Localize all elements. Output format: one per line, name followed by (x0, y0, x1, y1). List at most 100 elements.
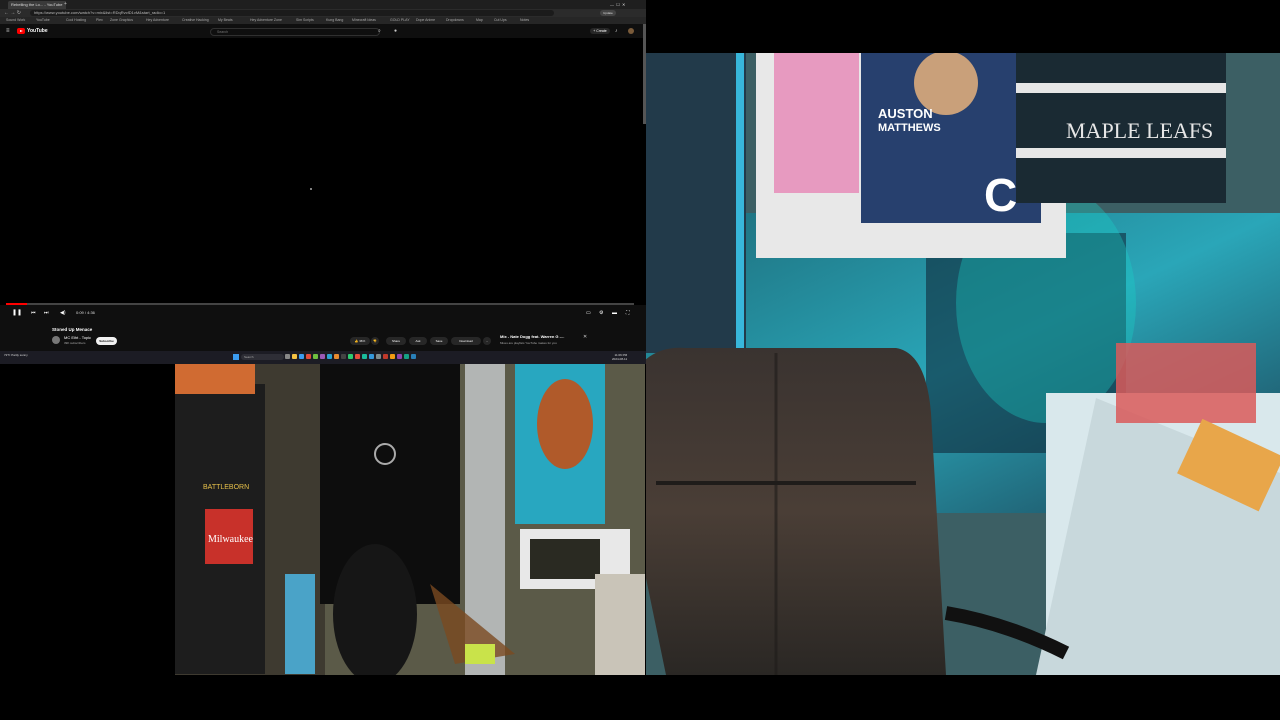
settings-gear-icon[interactable]: ⚙ (599, 305, 603, 321)
edge-browser-icon[interactable] (299, 354, 304, 359)
app-icon[interactable] (313, 354, 318, 359)
bookmark-item[interactable]: Cool Hosting (66, 17, 86, 24)
bookmark-item[interactable]: Map (476, 17, 483, 24)
mix-playlist-subtitle: Mixes are playlists YouTube makes for yo… (500, 341, 557, 345)
like-count: 38 K (359, 339, 366, 343)
app-icon[interactable] (411, 354, 416, 359)
pause-icon[interactable]: ❚❚ (12, 305, 22, 321)
search-input[interactable]: Search (210, 28, 380, 36)
microphone-icon[interactable]: ● (394, 27, 397, 35)
search-icon[interactable]: ⌕ (378, 27, 381, 35)
account-avatar[interactable] (628, 28, 634, 34)
chrome-browser-icon[interactable] (306, 354, 311, 359)
milwaukee-label: Milwaukee (208, 534, 254, 545)
windows-start-icon[interactable] (233, 354, 239, 360)
bookmark-item[interactable]: GOLD PLAY (390, 17, 410, 24)
subscriber-count: 39K subscribers (64, 341, 86, 345)
app-icon[interactable] (334, 354, 339, 359)
dislike-button[interactable]: 👎 (371, 337, 379, 345)
desk-camera-feed: Milwaukee BATTLEBORN (175, 364, 645, 675)
bookmark-item[interactable]: Zone Graphics (110, 17, 133, 24)
profile-button[interactable]: Update (600, 10, 616, 16)
app-icon[interactable] (390, 354, 395, 359)
app-icon[interactable] (355, 354, 360, 359)
bookmark-item[interactable]: Hey Adventure Zone (250, 17, 282, 24)
clock[interactable]: 11:06 PM 2024-08-11 (612, 353, 627, 361)
app-icon[interactable] (383, 354, 388, 359)
fullscreen-icon[interactable]: ⛶ (626, 305, 630, 321)
bookmark-item[interactable]: Sound Work (6, 17, 25, 24)
svg-text:C: C (984, 169, 1017, 221)
taskbar-search-input[interactable]: Search (241, 354, 284, 360)
mix-playlist-title[interactable]: Mix - Nate Dogg feat. Warren G -... (500, 334, 564, 339)
download-button[interactable]: Download (451, 337, 481, 345)
close-icon[interactable]: ✕ (583, 334, 587, 340)
loading-indicator (310, 188, 312, 190)
app-icon[interactable] (327, 354, 332, 359)
desk-scene: Milwaukee BATTLEBORN (175, 364, 645, 675)
notifications-icon[interactable]: ♪ (615, 27, 618, 35)
share-button[interactable]: Share (386, 337, 406, 345)
previous-icon[interactable]: ⏮ (31, 305, 36, 321)
browser-window: Rebelling the Lo... - YouTube + — ☐ ✕ ← … (0, 0, 646, 364)
nav-arrows-icon[interactable]: ← → ↻ (4, 9, 21, 17)
app-icon[interactable] (369, 354, 374, 359)
player-controls: ❚❚ ⏮ ⏭ ◀) ▭ ⚙ ▬ ⛶ (0, 305, 646, 321)
tab-active[interactable]: Rebelling the Lo... - YouTube (8, 1, 66, 9)
bookmark-item[interactable]: Cut Ups (494, 17, 507, 24)
youtube-logo-icon[interactable] (17, 28, 25, 34)
bookmark-item[interactable]: Dope Anime (416, 17, 435, 24)
bookmarks-bar: Sound Work YouTube Cool Hosting Plex Zon… (0, 17, 646, 24)
video-title: Stoned Up Menace (52, 327, 93, 332)
channel-name[interactable]: MC Eiht - Topic (64, 335, 91, 340)
bookmark-item[interactable]: Hey Adventure (146, 17, 169, 24)
bookmark-item[interactable]: Kung Bang (326, 17, 343, 24)
save-button[interactable]: Save (430, 337, 448, 345)
app-icon[interactable] (320, 354, 325, 359)
video-player[interactable] (0, 38, 646, 305)
file-explorer-icon[interactable] (292, 354, 297, 359)
theater-mode-icon[interactable]: ▬ (612, 305, 617, 321)
poster-name-first: AUSTON (878, 106, 933, 121)
youtube-brand[interactable]: YouTube (27, 27, 48, 35)
weather-widget[interactable]: 72°F Partly sunny (4, 353, 28, 357)
subtitles-icon[interactable]: ▭ (586, 305, 591, 321)
bookmark-item[interactable]: Minecraft Ideas (352, 17, 376, 24)
task-view-icon[interactable] (285, 354, 290, 359)
app-icon[interactable] (404, 354, 409, 359)
more-actions-button[interactable]: ... (483, 337, 491, 345)
clock-date: 2024-08-11 (612, 357, 628, 361)
bookmark-item[interactable]: Sim Scripts (296, 17, 314, 24)
app-icon[interactable] (362, 354, 367, 359)
next-icon[interactable]: ⏭ (44, 305, 49, 321)
window-controls[interactable]: — ☐ ✕ (610, 1, 625, 8)
jersey-lettering: MAPLE LEAFS (1066, 118, 1213, 143)
subscribe-button[interactable]: Subscribe (96, 337, 117, 345)
app-icon[interactable] (348, 354, 353, 359)
poster-name-last: MATTHEWS (878, 122, 941, 134)
menu-icon[interactable]: ≡ (6, 27, 10, 35)
bookmark-item[interactable]: Plex (96, 17, 103, 24)
like-button[interactable]: 👍 38 K (350, 337, 370, 345)
channel-avatar[interactable] (52, 336, 60, 344)
room-scene: AUSTON MATTHEWS C MAPLE LEAFS (646, 53, 1280, 675)
app-icon[interactable] (341, 354, 346, 359)
battleborn-label: BATTLEBORN (203, 484, 249, 491)
office-chair (646, 347, 946, 675)
bookmark-item[interactable]: Notes (520, 17, 529, 24)
create-button[interactable]: + Create (590, 28, 610, 34)
time-display: 0:09 / 4:36 (76, 310, 95, 315)
bookmark-item[interactable]: My Beats (218, 17, 233, 24)
bookmark-item[interactable]: Creative Hacking (182, 17, 209, 24)
tab-bar: Rebelling the Lo... - YouTube + — ☐ ✕ (0, 0, 646, 9)
bookmark-item[interactable]: YouTube (36, 17, 50, 24)
bookmark-item[interactable]: Dropdowns (446, 17, 464, 24)
url-field[interactable]: https://www.youtube.com/watch?v=mix&list… (30, 10, 554, 16)
room-camera-feed: AUSTON MATTHEWS C MAPLE LEAFS (646, 53, 1280, 675)
app-icon[interactable] (397, 354, 402, 359)
new-tab-button[interactable]: + (64, 2, 67, 7)
app-icon[interactable] (376, 354, 381, 359)
drink-can (285, 574, 315, 674)
volume-icon[interactable]: ◀) (60, 305, 66, 321)
ask-button[interactable]: Ask (409, 337, 427, 345)
